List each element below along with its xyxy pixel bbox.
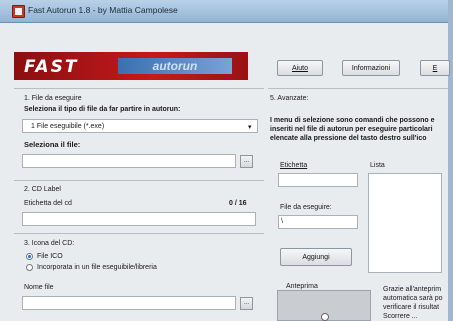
app-icon [12,5,25,18]
informazioni-button-label: Informazioni [351,65,391,72]
browse-file-button[interactable]: ... [240,155,253,168]
file-da-eseguire-value: \ [281,218,283,225]
aggiungi-button-label: Aggiungi [302,254,330,261]
lista-box[interactable] [368,173,442,273]
exit-button-label: E [432,65,438,72]
file-type-value: 1 File eseguibile (*.exe) [31,123,105,130]
browse-icon-button[interactable]: ... [240,297,253,310]
section2-header: 2. CD Label [24,186,61,193]
section3-header: 3. Icona del CD: [24,240,75,247]
app-window: Fast Autorun 1.8 - by Mattia Campolese F… [0,0,453,321]
cd-label-counter: 0 / 16 [229,200,247,207]
divider [268,88,448,89]
divider [14,88,264,89]
note-line4: Scorrere ... [383,313,418,320]
note-line2: automatica sarà po [383,295,443,302]
advanced-description-line2: inseriti nel file di autorun per eseguir… [270,126,433,133]
cd-label-caption: Etichetta del cd [24,200,72,207]
lista-label: Lista [370,162,385,169]
radio-embedded-icon-label: Incorporata in un file eseguibile/librer… [37,264,157,271]
advanced-description-line1: I menu di selezione sono comandi che pos… [270,117,435,124]
select-file-label: Seleziona il file: [24,140,81,149]
anteprima-label: Anteprima [286,283,318,290]
section1-header: 1. File da eseguire [24,95,82,102]
title-bar: Fast Autorun 1.8 - by Mattia Campolese [0,0,453,23]
aiuto-button[interactable]: Aiuto [277,60,323,76]
chevron-down-icon: ▾ [248,124,252,131]
file-da-eseguire-label: File da eseguire: [280,204,332,211]
etichetta-label: Etichetta [280,162,308,169]
divider [14,233,264,234]
note-line3: verificare il risultat [383,304,440,311]
note-line1: Grazie all'anteprim [383,286,442,293]
file-path-input[interactable] [22,154,236,168]
logo-autorun-text: autorun [118,58,232,74]
divider [14,180,264,181]
file-da-eseguire-input[interactable]: \ [278,215,358,229]
anteprima-preview [277,290,371,321]
advanced-description-line3: elencate alla pressione del tasto destro… [270,135,427,142]
etichetta-input[interactable] [278,173,358,187]
logo-banner: FAST autorun [14,52,248,80]
radio-embedded-icon[interactable] [26,264,33,271]
preview-cd-icon [321,313,329,321]
section1-prompt: Seleziona il tipo di file da far partire… [24,106,181,113]
radio-ico-file-label: File ICO [37,253,63,260]
window-border [448,0,453,321]
radio-ico-file[interactable] [26,253,33,260]
cd-label-input[interactable] [22,212,256,226]
informazioni-button[interactable]: Informazioni [342,60,400,76]
logo-fast-text: FAST [24,57,79,77]
icon-filename-label: Nome file [24,284,54,291]
section5-header: 5. Avanzate: [270,95,309,102]
aggiungi-button[interactable]: Aggiungi [280,248,352,266]
icon-file-input[interactable] [22,296,236,310]
aiuto-button-label: Aiuto [292,65,308,72]
window-title: Fast Autorun 1.8 - by Mattia Campolese [28,5,178,15]
exit-button[interactable]: E [420,60,450,76]
file-type-select[interactable]: 1 File eseguibile (*.exe) ▾ [22,119,258,133]
